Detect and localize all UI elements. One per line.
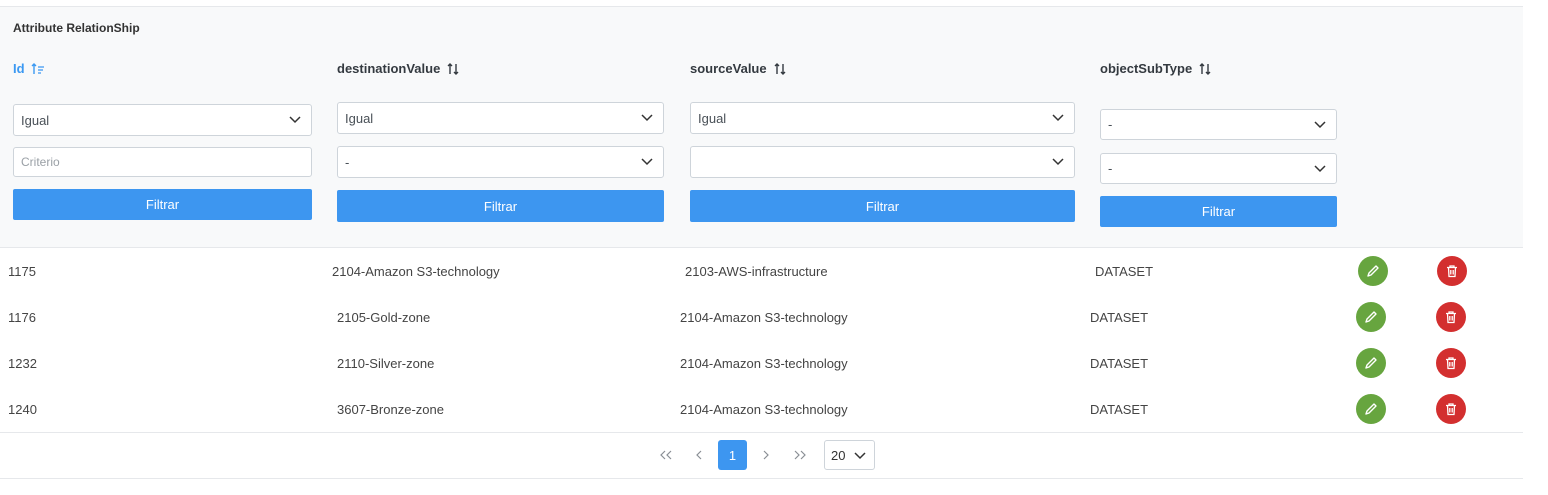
page-size-value: 20 [831,447,846,463]
source-value-select[interactable] [690,146,1075,178]
panel-title: Attribute RelationShip [13,21,140,35]
id-filter-mode-value: Igual [21,112,50,128]
table-row: 1176 2105-Gold-zone 2104-Amazon S3-techn… [0,294,1523,341]
table-row: 1175 2104-Amazon S3-technology 2103-AWS-… [0,248,1523,295]
delete-button[interactable] [1437,256,1467,286]
edit-button[interactable] [1358,256,1388,286]
subtype-filter-mode-select[interactable]: - [1100,109,1337,140]
chevron-down-icon [641,158,653,166]
trash-icon [1446,311,1456,324]
chevron-down-icon [1314,164,1326,172]
trash-icon [1446,403,1456,416]
sort-icon[interactable] [1198,62,1212,76]
column-label-id: Id [13,61,25,76]
trash-icon [1446,357,1456,370]
subtype-filter-button[interactable]: Filtrar [1100,196,1337,227]
edit-button[interactable] [1356,394,1386,424]
sort-icon[interactable] [773,62,787,76]
edit-button[interactable] [1356,348,1386,378]
prev-page-button[interactable] [690,440,708,470]
table-row: 1232 2110-Silver-zone 2104-Amazon S3-tec… [0,340,1523,387]
delete-button[interactable] [1436,348,1466,378]
pencil-icon [1365,357,1377,369]
cell-source-value: 2104-Amazon S3-technology [680,309,848,325]
column-header-destination-value[interactable]: destinationValue [337,61,460,76]
chevron-down-icon [1052,158,1064,166]
chevron-down-icon [641,114,653,122]
id-criteria-input[interactable]: Criterio [13,147,312,177]
current-page-button[interactable]: 1 [718,440,747,470]
source-filter-button[interactable]: Filtrar [690,190,1075,222]
filter-row: Igual Criterio Filtrar Igual - Filtrar I… [0,90,1523,248]
attribute-relationship-panel: Attribute RelationShip Id destinationVal… [0,6,1523,479]
double-chevron-left-icon [660,450,672,460]
sort-ascending-icon[interactable] [31,62,45,76]
next-page-button[interactable] [757,440,775,470]
table-header: Id destinationValue sourceValue objectSu… [0,47,1523,91]
column-label-source-value: sourceValue [690,61,767,76]
source-filter-mode-value: Igual [698,110,727,126]
chevron-down-icon [854,452,866,460]
id-filter-mode-select[interactable]: Igual [13,104,312,136]
pagination: 1 20 [0,440,1523,470]
cell-source-value: 2104-Amazon S3-technology [680,355,848,371]
cell-id: 1232 [8,355,37,371]
column-header-object-subtype[interactable]: objectSubType [1100,61,1212,76]
cell-destination-value: 2105-Gold-zone [337,309,431,325]
cell-object-subtype: DATASET [1095,263,1154,279]
delete-button[interactable] [1436,302,1466,332]
cell-object-subtype: DATASET [1090,355,1149,371]
chevron-down-icon [1052,114,1064,122]
source-filter-mode-select[interactable]: Igual [690,102,1075,134]
destination-value-select[interactable]: - [337,146,664,178]
id-filter-button[interactable]: Filtrar [13,189,312,220]
cell-id: 1176 [8,309,36,325]
trash-icon [1447,265,1457,278]
pencil-icon [1365,403,1377,415]
page-size-select[interactable]: 20 [824,440,875,470]
destination-filter-mode-select[interactable]: Igual [337,102,664,134]
subtype-value-select[interactable]: - [1100,153,1337,184]
pencil-icon [1365,311,1377,323]
edit-button[interactable] [1356,302,1386,332]
cell-id: 1240 [8,401,37,417]
column-header-source-value[interactable]: sourceValue [690,61,787,76]
double-chevron-right-icon [794,450,806,460]
panel-header: Attribute RelationShip [0,6,1523,48]
pencil-icon [1367,265,1379,277]
cell-destination-value: 2110-Silver-zone [337,355,435,371]
chevron-down-icon [1314,120,1326,128]
destination-filter-mode-value: Igual [345,110,374,126]
sort-icon[interactable] [446,62,460,76]
cell-object-subtype: DATASET [1090,309,1149,325]
table-row: 1240 3607-Bronze-zone 2104-Amazon S3-tec… [0,386,1523,433]
first-page-button[interactable] [655,440,677,470]
cell-destination-value: 2104-Amazon S3-technology [332,263,500,279]
delete-button[interactable] [1436,394,1466,424]
bottom-divider [0,478,1523,479]
destination-filter-button[interactable]: Filtrar [337,190,664,222]
column-header-id[interactable]: Id [13,61,45,76]
chevron-left-icon [696,450,702,460]
destination-value-selected: - [345,154,350,170]
cell-destination-value: 3607-Bronze-zone [337,401,444,417]
column-label-destination-value: destinationValue [337,61,441,76]
column-label-object-subtype: objectSubType [1100,61,1193,76]
chevron-down-icon [289,116,301,124]
subtype-filter-mode-value: - [1108,117,1113,132]
subtype-value-selected: - [1108,161,1113,176]
chevron-right-icon [763,450,769,460]
cell-source-value: 2104-Amazon S3-technology [680,401,848,417]
cell-id: 1175 [8,263,36,279]
cell-source-value: 2103-AWS-infrastructure [685,263,828,279]
cell-object-subtype: DATASET [1090,401,1149,417]
id-criteria-placeholder: Criterio [21,155,60,169]
last-page-button[interactable] [789,440,811,470]
